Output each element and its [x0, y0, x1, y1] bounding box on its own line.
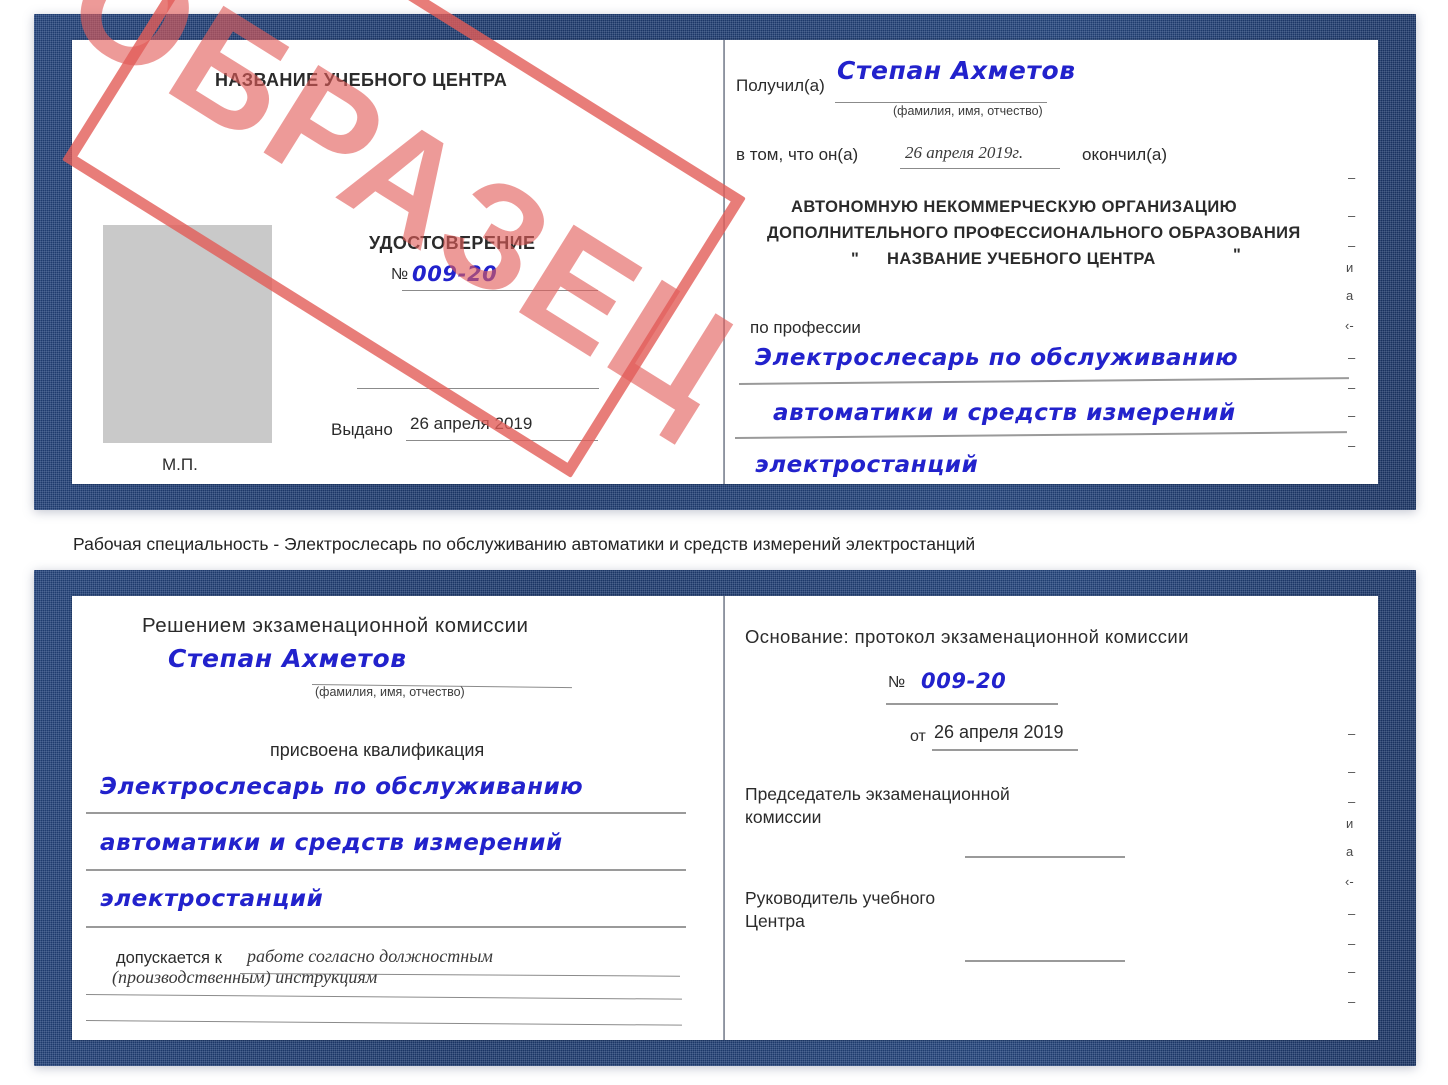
qualification-line-2: автоматики и средств измерений: [100, 830, 563, 856]
margin-fragment: –: [1348, 238, 1356, 253]
issued-label: Выдано: [331, 420, 393, 439]
fio-hint: (фамилия, имя, отчество): [315, 685, 465, 699]
margin-fragment: а: [1346, 288, 1354, 303]
certificate-2-left-page: Решением экзаменационной комиссии Степан…: [72, 596, 723, 1040]
organization-line-1: АВТОНОМНУЮ НЕКОММЕРЧЕСКУЮ ОРГАНИЗАЦИЮ: [791, 198, 1237, 216]
issued-date-rule: [406, 440, 598, 441]
head-of-center-label-line-2: Центра: [745, 911, 805, 931]
margin-fragment: –: [1348, 170, 1356, 185]
protocol-number-rule: [886, 703, 1058, 705]
allowed-to-label: допускается к: [116, 949, 222, 967]
certificate-number-rule: [402, 290, 598, 291]
qualification-line-3: электростанций: [100, 886, 324, 912]
received-label: Получил(а): [736, 76, 825, 95]
certificate-2-spread: Решением экзаменационной комиссии Степан…: [72, 596, 1378, 1040]
document-title: УДОСТОВЕРЕНИЕ: [369, 233, 536, 253]
allowed-to-value-line-2: (производственным) инструкциям: [112, 967, 378, 987]
training-center-name-heading: НАЗВАНИЕ УЧЕБНОГО ЦЕНТРА: [215, 70, 508, 90]
qualification-rule-1: [86, 812, 686, 814]
margin-fragment: –: [1348, 408, 1356, 423]
issued-date-value: 26 апреля 2019: [410, 414, 533, 433]
received-name-rule: [835, 102, 1047, 103]
blank-rule-middle: [357, 388, 599, 389]
photo-placeholder: [103, 225, 272, 443]
qualification-rule-2: [86, 869, 686, 871]
margin-fragment: –: [1348, 726, 1356, 741]
certificate-number-value: 009-20: [412, 262, 498, 286]
page-caption: Рабочая специальность - Электрослесарь п…: [73, 534, 976, 554]
certificate-1-right-page: Получил(а) Степан Ахметов (фамилия, имя,…: [725, 40, 1378, 484]
finished-label: окончил(а): [1082, 145, 1167, 164]
allowed-rule-2: [85, 994, 682, 1000]
chairman-signature-rule: [965, 856, 1125, 858]
profession-label: по профессии: [750, 318, 861, 337]
certificate-1-left-page: НАЗВАНИЕ УЧЕБНОГО ЦЕНТРА УДОСТОВЕРЕНИЕ №…: [72, 40, 723, 484]
organization-quote-open: ": [851, 250, 860, 268]
profession-rule-2: [734, 431, 1347, 439]
head-of-center-signature-rule: [965, 960, 1125, 962]
margin-fragment: –: [1348, 994, 1356, 1009]
margin-fragment: ‹-: [1345, 874, 1354, 889]
margin-fragment: –: [1348, 764, 1356, 779]
graduation-date-value: 26 апреля 2019г.: [905, 143, 1024, 162]
graduation-date-rule: [900, 168, 1060, 169]
margin-fragment: –: [1348, 964, 1356, 979]
received-name-value: Степан Ахметов: [837, 56, 1076, 85]
margin-fragment: –: [1348, 208, 1356, 223]
profession-line-1: Электрослесарь по обслуживанию: [755, 345, 1239, 371]
that-he-label: в том, что он(а): [736, 145, 859, 164]
profession-rule-1: [738, 377, 1349, 385]
certificate-number-label: №: [391, 266, 409, 283]
qualification-label: присвоена квалификация: [270, 740, 485, 760]
margin-fragment: –: [1348, 350, 1356, 365]
margin-fragment: –: [1348, 380, 1356, 395]
margin-fragment: а: [1346, 844, 1354, 859]
margin-fragment: –: [1348, 794, 1356, 809]
protocol-date-rule: [932, 749, 1078, 751]
margin-fragment: ‹-: [1345, 318, 1354, 333]
organization-quote-close: ": [1233, 246, 1242, 264]
chairman-label-line-1: Председатель экзаменационной: [745, 784, 1010, 804]
margin-fragment: и: [1346, 260, 1354, 275]
basis-protocol-label: Основание: протокол экзаменационной коми…: [745, 626, 1189, 647]
margin-fragment: –: [1348, 936, 1356, 951]
qualification-line-1: Электрослесарь по обслуживанию: [100, 774, 584, 800]
organization-line-2: ДОПОЛНИТЕЛЬНОГО ПРОФЕССИОНАЛЬНОГО ОБРАЗО…: [767, 224, 1301, 242]
margin-fragment: –: [1348, 906, 1356, 921]
protocol-date-label: от: [910, 728, 926, 745]
qualification-rule-3: [86, 926, 686, 928]
seal-place-label: М.П.: [162, 455, 198, 474]
protocol-number-value: 009-20: [921, 669, 1007, 693]
allowed-to-value-line-1: работе согласно должностным: [247, 946, 493, 966]
fio-hint: (фамилия, имя, отчество): [893, 104, 1043, 118]
organization-line-3: НАЗВАНИЕ УЧЕБНОГО ЦЕНТРА: [887, 250, 1156, 268]
certificate-2-right-page: Основание: протокол экзаменационной коми…: [725, 596, 1378, 1040]
protocol-date-value: 26 апреля 2019: [934, 722, 1064, 742]
margin-fragment: –: [1348, 438, 1356, 453]
holder-name-value: Степан Ахметов: [168, 644, 407, 673]
margin-fragment: и: [1346, 816, 1354, 831]
profession-line-3: электростанций: [755, 452, 979, 478]
profession-line-2: автоматики и средств измерений: [773, 400, 1236, 426]
head-of-center-label-line-1: Руководитель учебного: [745, 888, 936, 908]
allowed-rule-3: [85, 1020, 682, 1026]
certificate-1-spread: НАЗВАНИЕ УЧЕБНОГО ЦЕНТРА УДОСТОВЕРЕНИЕ №…: [72, 40, 1378, 484]
protocol-number-label: №: [888, 674, 906, 691]
commission-decision-heading: Решением экзаменационной комиссии: [142, 614, 529, 637]
chairman-label-line-2: комиссии: [745, 807, 822, 827]
